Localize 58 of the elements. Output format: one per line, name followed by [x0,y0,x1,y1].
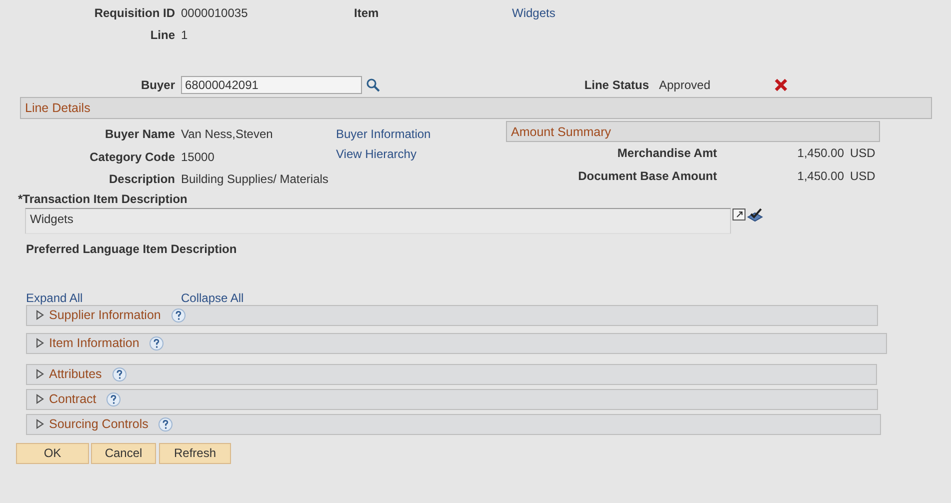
expand-triangle-icon [36,419,44,429]
expand-window-icon[interactable] [732,208,746,220]
help-icon[interactable] [158,416,174,432]
field-label: Line Status [583,78,649,92]
action-button[interactable]: Refresh [159,442,231,464]
amount-value: 1,450.00 [796,168,844,183]
section-title: Sourcing Controls [49,417,148,431]
field-label: Merchandise Amt [616,146,717,160]
currency-value: USD [850,168,876,183]
field-value: Building Supplies/ Materials [181,172,330,186]
spell-check-icon[interactable] [747,208,763,222]
detail-link[interactable]: View Hierarchy [336,146,416,161]
action-button[interactable]: OK [16,442,89,464]
field-label: Item [354,6,380,20]
field-label: Buyer [140,78,175,92]
collapsible-section-header[interactable]: Sourcing Controls [26,414,881,434]
field-label: Category Code [88,150,175,164]
amount-value: 1,450.00 [796,146,844,160]
expand-all-link[interactable]: Expand All [26,290,181,304]
section-title: Supplier Information [49,308,161,322]
help-icon[interactable] [149,336,164,350]
collapse-all-link[interactable]: Collapse All [181,290,244,304]
currency-value: USD [850,146,876,160]
action-button[interactable]: Cancel [91,442,156,464]
field-label: Description [108,172,175,186]
field-label: *Transaction Item Description [18,190,188,206]
expand-triangle-icon [36,310,44,320]
section-title: Item Information [49,336,140,350]
field-label: Document Base Amount [577,168,717,183]
field-value: 0000010035 [181,6,249,20]
description-text-area[interactable]: Widgets [25,208,731,234]
help-icon[interactable] [106,392,122,406]
field-value: 15000 [181,150,216,164]
section-title: Attributes [49,367,102,381]
section-title: Line Details [25,101,90,115]
search-icon[interactable] [366,78,380,92]
section-title: Amount Summary [511,124,612,138]
field-label: Preferred Language Item Description [26,242,238,258]
help-icon[interactable] [170,308,186,322]
section-title: Contract [49,392,96,406]
expand-triangle-icon [36,338,44,348]
collapsible-section-header[interactable]: Attributes [26,364,877,384]
detail-link[interactable]: Buyer Information [336,127,431,142]
item-link[interactable]: Widgets [512,6,556,20]
field-label: Requisition ID [93,6,175,20]
field-value: Approved [659,78,712,92]
field-label: Line [149,28,175,42]
buyer-input-field[interactable]: 68000042091 [181,76,362,94]
collapsible-section-header[interactable]: Contract [26,388,878,410]
field-value: Van Ness,Steven [181,127,274,142]
delete-icon[interactable] [774,78,788,92]
expand-triangle-icon [36,394,44,404]
collapsible-section-header[interactable]: Supplier Information [26,304,878,326]
help-icon[interactable] [112,366,127,382]
expand-triangle-icon [36,369,44,379]
field-label: Buyer Name [104,127,175,142]
field-value: 1 [181,28,188,42]
collapsible-section-header[interactable]: Item Information [26,332,887,354]
